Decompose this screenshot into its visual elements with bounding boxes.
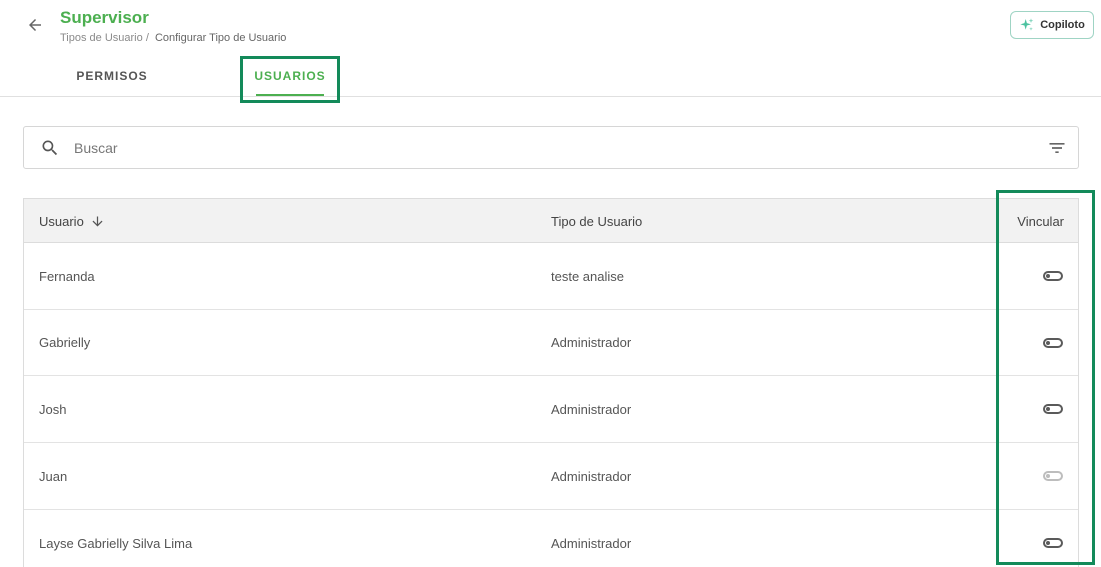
breadcrumb-item-tipos-de-usuario[interactable]: Tipos de Usuario <box>60 32 143 44</box>
toggle-switch-icon <box>1043 337 1063 348</box>
table-row: Josh Administrador <box>24 376 1078 443</box>
toggle-switch-icon <box>1043 271 1063 281</box>
cell-usuario: Josh <box>39 401 67 417</box>
column-label-usuario: Usuario <box>39 213 84 229</box>
sparkle-icon <box>1020 18 1034 31</box>
table-header: Usuario Tipo de Usuario Vincular <box>24 199 1078 243</box>
breadcrumb-separator: / <box>145 32 149 44</box>
vincular-toggle[interactable] <box>1042 376 1064 442</box>
arrow-down-icon <box>92 216 103 226</box>
back-button[interactable] <box>22 12 48 38</box>
column-header-tipo-de-usuario: Tipo de Usuario <box>551 213 643 229</box>
table-row: Layse Gabrielly Silva Lima Administrador <box>24 510 1078 567</box>
cell-usuario: Fernanda <box>39 268 95 284</box>
column-header-usuario[interactable]: Usuario <box>39 199 105 243</box>
search-icon <box>42 140 58 156</box>
toggle-switch-icon <box>1043 404 1063 414</box>
toggle-switch-icon <box>1043 471 1063 481</box>
vincular-toggle <box>1042 443 1064 509</box>
tab-permisos[interactable]: PERMISOS <box>70 56 154 96</box>
search-input[interactable] <box>74 135 1034 161</box>
cell-usuario: Gabrielly <box>39 335 91 350</box>
tab-usuarios[interactable]: USUARIOS <box>242 56 338 96</box>
vincular-toggle[interactable] <box>1042 510 1064 567</box>
search-bar <box>23 126 1079 169</box>
vincular-toggle[interactable] <box>1042 310 1064 375</box>
cell-tipo-de-usuario: teste analise <box>551 268 624 284</box>
cell-usuario: Layse Gabrielly Silva Lima <box>39 535 193 551</box>
arrow-left-icon <box>29 19 41 31</box>
breadcrumb: Tipos de Usuario / Configurar Tipo de Us… <box>60 32 286 44</box>
cell-usuario: Juan <box>39 468 68 484</box>
cell-tipo-de-usuario: Administrador <box>551 335 632 350</box>
page-title: Supervisor <box>60 8 149 27</box>
copilot-label: Copiloto <box>1040 19 1085 31</box>
table-row: Gabrielly Administrador <box>24 310 1078 376</box>
table-body: Fernanda teste analise Gabrielly Adminis… <box>24 243 1078 567</box>
table-row: Fernanda teste analise <box>24 243 1078 310</box>
page-header: Supervisor Tipos de Usuario / Configurar… <box>0 0 1101 103</box>
cell-tipo-de-usuario: Administrador <box>551 401 632 417</box>
active-tab-indicator <box>256 94 324 96</box>
copilot-button[interactable]: Copiloto <box>1010 11 1094 39</box>
column-header-vincular: Vincular <box>1017 213 1064 229</box>
vincular-toggle[interactable] <box>1042 243 1064 309</box>
breadcrumb-item-current: Configurar Tipo de Usuario <box>154 32 287 44</box>
toggle-switch-icon <box>1043 538 1063 548</box>
cell-tipo-de-usuario: Administrador <box>551 535 632 551</box>
filter-icon[interactable] <box>1046 138 1068 158</box>
table-row: Juan Administrador <box>24 443 1078 510</box>
users-table: Usuario Tipo de Usuario Vincular Fernand… <box>23 198 1079 567</box>
cell-tipo-de-usuario: Administrador <box>551 468 632 484</box>
